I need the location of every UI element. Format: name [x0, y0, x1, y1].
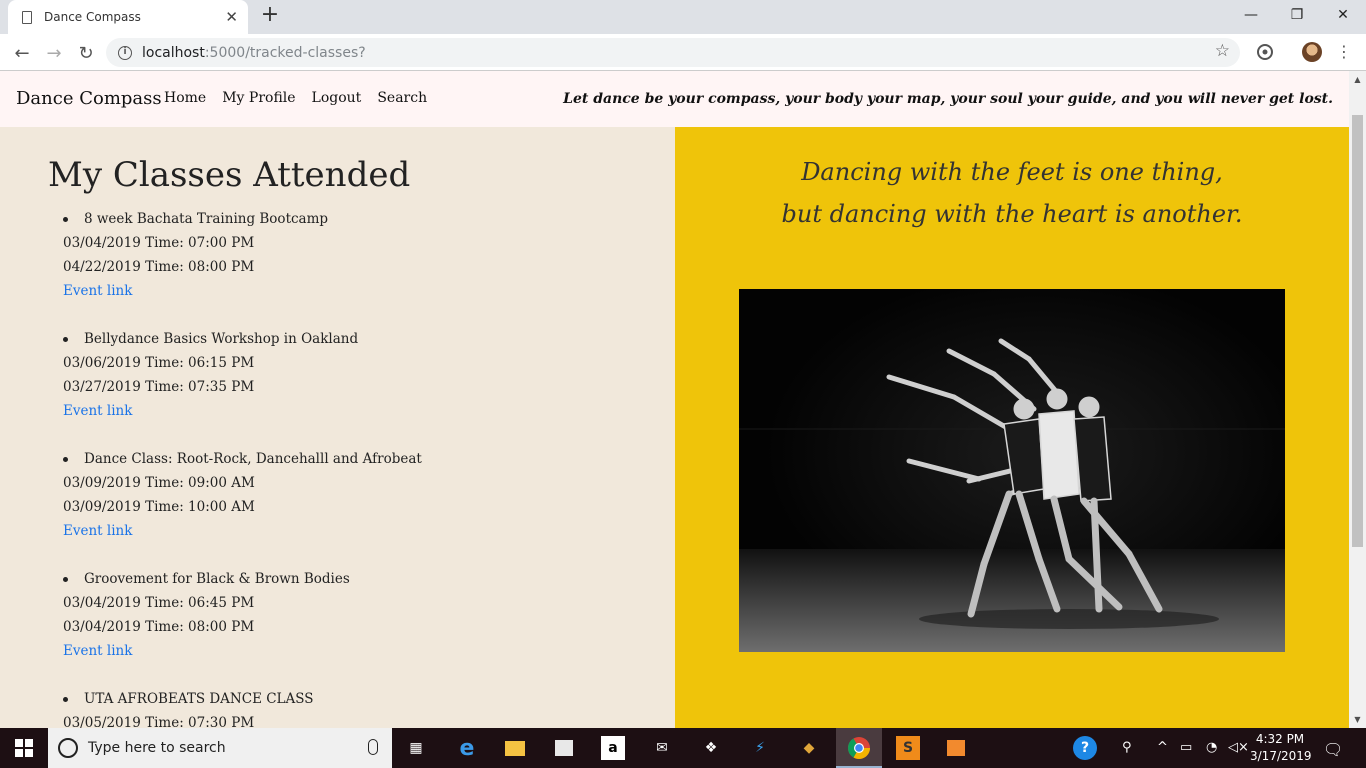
- brand-logo[interactable]: Dance Compass: [16, 88, 162, 109]
- list-item: UTA AFROBEATS DANCE CLASS 03/05/2019 Tim…: [63, 687, 623, 728]
- address-bar[interactable]: i localhost:5000/tracked-classes? ☆: [106, 38, 1240, 67]
- edge-icon[interactable]: e: [455, 736, 479, 761]
- browser-tabstrip: Dance Compass ✕ + — ❐ ✕: [0, 0, 1366, 34]
- extension-icon[interactable]: [1255, 42, 1275, 62]
- tab-title: Dance Compass: [44, 10, 141, 24]
- browser-toolbar: ← → ↻ i localhost:5000/tracked-classes? …: [0, 34, 1366, 71]
- class-list: 8 week Bachata Training Bootcamp 03/04/2…: [63, 207, 623, 728]
- store-icon[interactable]: [552, 736, 576, 760]
- event-link[interactable]: Event link: [63, 283, 132, 299]
- browser-tab[interactable]: Dance Compass ✕: [8, 0, 248, 34]
- class-start: 03/05/2019 Time: 07:30 PM: [63, 715, 255, 728]
- tab-close-icon[interactable]: ✕: [225, 8, 238, 26]
- scroll-down-icon[interactable]: ▼: [1349, 711, 1366, 728]
- amazon-icon[interactable]: a: [601, 736, 625, 760]
- sublime-text-icon[interactable]: S: [896, 736, 920, 760]
- vscode-icon[interactable]: ⚡: [748, 736, 772, 760]
- class-name: 8 week Bachata Training Bootcamp: [84, 211, 329, 227]
- list-item: Bellydance Basics Workshop in Oakland 03…: [63, 327, 623, 423]
- clock-time: 4:32 PM: [1255, 732, 1305, 746]
- volume-muted-icon[interactable]: ◁×: [1228, 740, 1249, 755]
- back-arrow-icon[interactable]: ←: [8, 39, 36, 67]
- class-name: Groovement for Black & Brown Bodies: [84, 571, 350, 587]
- class-name: Bellydance Basics Workshop in Oakland: [84, 331, 359, 347]
- nav-links: Home My Profile Logout Search: [164, 90, 427, 106]
- class-start: 03/06/2019 Time: 06:15 PM: [63, 355, 255, 371]
- cortana-icon: [58, 738, 78, 758]
- class-end: 04/22/2019 Time: 08:00 PM: [63, 259, 255, 275]
- quote-line-2: but dancing with the heart is another.: [781, 200, 1243, 228]
- quote-panel: Dancing with the feet is one thing, but …: [675, 127, 1349, 728]
- quote-line-1: Dancing with the feet is one thing,: [801, 158, 1223, 186]
- url-host: localhost: [142, 44, 205, 61]
- page-scrollbar[interactable]: ▲ ▼: [1349, 71, 1366, 728]
- minimize-button[interactable]: —: [1228, 0, 1274, 30]
- class-start: 03/04/2019 Time: 07:00 PM: [63, 235, 255, 251]
- event-link[interactable]: Event link: [63, 643, 132, 659]
- url-path: :5000/tracked-classes?: [204, 44, 366, 61]
- event-link[interactable]: Event link: [63, 523, 132, 539]
- media-player-icon[interactable]: [944, 736, 968, 760]
- task-view-icon[interactable]: ▦: [404, 736, 428, 760]
- wifi-icon[interactable]: ◔: [1206, 740, 1217, 755]
- tray-chevron-up-icon[interactable]: ^: [1157, 740, 1168, 755]
- dancers-photo: [739, 289, 1285, 652]
- list-item: Groovement for Black & Brown Bodies 03/0…: [63, 567, 623, 663]
- windows-taskbar: Type here to search ▦ e a ✉ ❖ ⚡ ◆ S ? ⚲ …: [0, 728, 1366, 768]
- system-clock[interactable]: 4:32 PM 3/17/2019: [1250, 731, 1312, 765]
- page-title: My Classes Attended: [48, 155, 411, 195]
- dropbox-icon[interactable]: ❖: [699, 736, 723, 760]
- dance-quote: Dancing with the feet is one thing, but …: [675, 151, 1349, 235]
- git-icon[interactable]: ◆: [797, 736, 821, 760]
- search-placeholder: Type here to search: [88, 740, 226, 756]
- bookmark-star-icon[interactable]: ☆: [1215, 41, 1230, 61]
- info-icon[interactable]: i: [118, 45, 132, 60]
- class-end: 03/27/2019 Time: 07:35 PM: [63, 379, 255, 395]
- nav-my-profile[interactable]: My Profile: [222, 90, 295, 106]
- event-link[interactable]: Event link: [63, 403, 132, 419]
- site-tagline: Let dance be your compass, your body you…: [563, 91, 1333, 107]
- class-name: UTA AFROBEATS DANCE CLASS: [84, 691, 314, 707]
- nav-search[interactable]: Search: [377, 90, 427, 106]
- battery-icon[interactable]: ▭: [1180, 740, 1192, 755]
- site-navbar: Dance Compass Home My Profile Logout Sea…: [0, 71, 1349, 127]
- file-explorer-icon[interactable]: [503, 736, 527, 760]
- scroll-thumb[interactable]: [1352, 115, 1363, 547]
- profile-avatar[interactable]: [1302, 42, 1322, 62]
- microphone-icon[interactable]: [368, 739, 378, 755]
- help-icon[interactable]: ?: [1073, 736, 1097, 760]
- class-name: Dance Class: Root-Rock, Dancehalll and A…: [84, 451, 422, 467]
- mail-icon[interactable]: ✉: [650, 736, 674, 760]
- restore-button[interactable]: ❐: [1274, 0, 1320, 30]
- clock-date: 3/17/2019: [1250, 749, 1312, 763]
- notifications-icon[interactable]: 🗨: [1323, 740, 1343, 759]
- people-icon[interactable]: ⚲: [1122, 740, 1132, 755]
- list-item: 8 week Bachata Training Bootcamp 03/04/2…: [63, 207, 623, 303]
- class-start: 03/09/2019 Time: 09:00 AM: [63, 475, 255, 491]
- nav-logout[interactable]: Logout: [312, 90, 362, 106]
- page-viewport: Dance Compass Home My Profile Logout Sea…: [0, 71, 1349, 728]
- close-window-button[interactable]: ✕: [1320, 0, 1366, 30]
- new-tab-button[interactable]: +: [258, 4, 282, 28]
- forward-arrow-icon[interactable]: →: [40, 39, 68, 67]
- reload-icon[interactable]: ↻: [72, 39, 100, 67]
- nav-home[interactable]: Home: [164, 90, 206, 106]
- document-icon: [22, 10, 32, 24]
- menu-kebab-icon[interactable]: ⋮: [1336, 42, 1352, 62]
- scroll-up-icon[interactable]: ▲: [1349, 71, 1366, 88]
- class-end: 03/04/2019 Time: 08:00 PM: [63, 619, 255, 635]
- windows-logo-icon: [15, 739, 33, 757]
- taskbar-search-input[interactable]: Type here to search: [48, 728, 392, 768]
- class-end: 03/09/2019 Time: 10:00 AM: [63, 499, 255, 515]
- windows-start-button[interactable]: [0, 728, 48, 768]
- chrome-icon[interactable]: [847, 736, 871, 760]
- class-start: 03/04/2019 Time: 06:45 PM: [63, 595, 255, 611]
- classes-panel: My Classes Attended 8 week Bachata Train…: [0, 127, 675, 728]
- list-item: Dance Class: Root-Rock, Dancehalll and A…: [63, 447, 623, 543]
